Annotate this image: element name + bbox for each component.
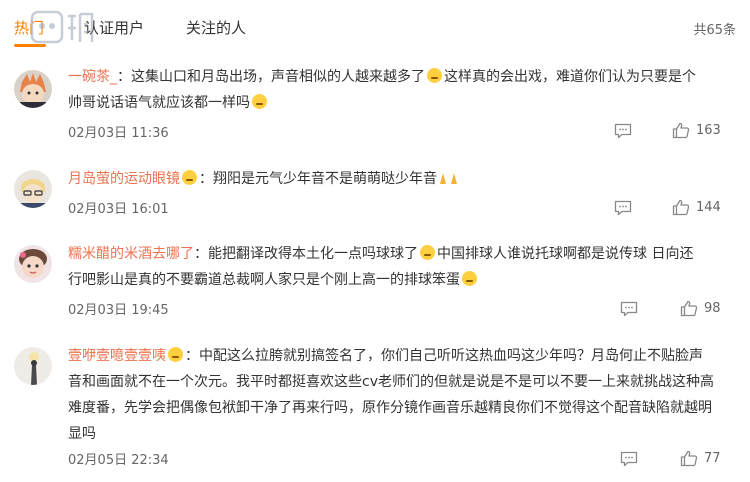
like-count: 77 (704, 451, 721, 466)
comment-icon (614, 200, 632, 216)
comment-icon (614, 123, 632, 139)
username-link[interactable]: 月岛萤的运动眼镜 (68, 171, 180, 187)
reply-button[interactable] (614, 200, 632, 216)
username-link[interactable]: 壹咿壹噫壹壹咦 (68, 348, 166, 364)
emoji-icon (462, 271, 477, 286)
emoji-icon (252, 94, 267, 109)
reply-button[interactable] (614, 123, 632, 139)
username-link[interactable]: 一碗茶_ (68, 69, 117, 85)
avatar[interactable] (14, 170, 52, 208)
avatar[interactable] (14, 347, 52, 385)
thumbs-up-icon (672, 122, 690, 139)
timestamp: 02月03日 16:01 (68, 202, 169, 217)
comment-text: 难度番，先学会把偶像包袱卸干净了再来行吗，原作分镜作画音乐越精良你们不觉得这个配… (68, 400, 712, 416)
like-button[interactable]: 77 (680, 450, 721, 467)
thumbs-up-icon (672, 199, 690, 216)
comment-filter-tabs: 热门 认证用户 关注的人 共65条 (0, 0, 750, 56)
avatar[interactable] (14, 245, 52, 283)
username-link[interactable]: 糯米醋的米酒去哪了 (68, 246, 194, 262)
badge-emoji-icon (182, 170, 197, 185)
comment-body: 月岛萤的运动眼镜 ：翔阳是元气少年音不是萌萌哒少年音 (68, 166, 732, 192)
avatar[interactable] (14, 70, 52, 108)
watermark-logo (30, 10, 94, 44)
comment-body: 壹咿壹噫壹壹咦 ：中配这么拉胯就别搞签名了，你们自己听听这热血吗这少年吗？月岛何止… (68, 347, 714, 442)
like-button[interactable]: 98 (680, 300, 721, 317)
emoji-icon (427, 68, 442, 83)
comment-body: 一碗茶_：这集山口和月岛出场，声音相似的人越来越多了 这样真的会出戏，难道你们认为… (68, 68, 696, 111)
thumbs-up-icon (680, 450, 698, 467)
comment-text: 中配这么拉胯就别搞签名了，你们自己听听这热血吗这少年吗？月岛何止不贴脸声 (199, 348, 703, 364)
like-button[interactable]: 163 (672, 122, 721, 139)
timestamp: 02月03日 19:45 (68, 303, 169, 318)
like-count: 98 (704, 301, 721, 316)
thumbs-up-icon (680, 300, 698, 317)
comment-icon (620, 301, 638, 317)
comment-text: 音和画面就不在一个次元。我平时都挺喜欢这些cv老师们的但就是说是不是可以不要一上… (68, 374, 714, 390)
praying-hands-icon (440, 173, 457, 184)
tab-following[interactable]: 关注的人 (186, 17, 246, 38)
like-button[interactable]: 144 (672, 199, 721, 216)
comment-text: 显吗 (68, 426, 96, 442)
badge-emoji-icon (168, 347, 183, 362)
emoji-icon (420, 245, 435, 260)
reply-button[interactable] (620, 301, 638, 317)
like-count: 163 (696, 123, 721, 138)
comment-count: 共65条 (693, 23, 736, 38)
comment-body: 糯米醋的米酒去哪了：能把翻译改得本土化一点吗球球了 中国排球人谁说托球啊都是说传球… (68, 245, 694, 288)
comment-text: 行吧影山是真的不要霸道总裁啊人家只是个刚上高一的排球笨蛋 (68, 272, 460, 288)
like-count: 144 (696, 200, 721, 215)
comment-text: 中国排球人谁说托球啊都是说传球 日向还 (437, 246, 694, 262)
comment-text: 这集山口和月岛出场，声音相似的人越来越多了 (131, 69, 425, 85)
reply-button[interactable] (620, 451, 638, 467)
comment-text: 能把翻译改得本土化一点吗球球了 (208, 246, 418, 262)
comment-text: 帅哥说话语气就应该都一样吗 (68, 95, 250, 111)
comment-text: 这样真的会出戏，难道你们认为只要是个 (444, 69, 696, 85)
timestamp: 02月05日 22:34 (68, 453, 169, 468)
timestamp: 02月03日 11:36 (68, 126, 169, 141)
comment-text: 翔阳是元气少年音不是萌萌哒少年音 (213, 171, 437, 187)
comment-icon (620, 451, 638, 467)
